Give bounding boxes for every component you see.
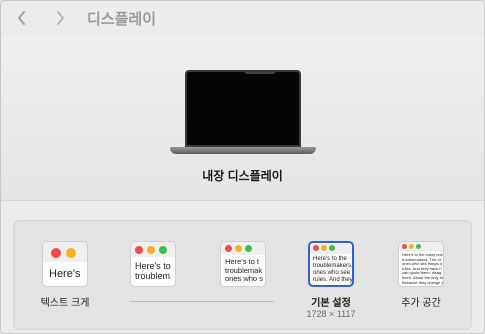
laptop-icon[interactable] bbox=[170, 70, 316, 160]
preview-text: Here's to the troublemakers. ones who se… bbox=[313, 256, 353, 283]
preview-text: Here's to troublem bbox=[135, 261, 171, 282]
option-label: 추가 공간 bbox=[401, 298, 441, 309]
display-settings-window: 디스플레이 내장 디스플레이 Here's 텍스트 크게 Here's to t… bbox=[0, 0, 485, 334]
toolbar: 디스플레이 bbox=[1, 1, 484, 35]
zoom-dot-icon bbox=[159, 246, 167, 254]
preview-text: Here's to t troublemak ones who s bbox=[225, 257, 263, 284]
back-button[interactable] bbox=[7, 3, 37, 33]
resolution-preview-thumbnail[interactable]: Here's to troublem bbox=[130, 241, 176, 287]
resolution-preview-thumbnail[interactable]: Here's to the troublemakers. ones who se… bbox=[308, 241, 354, 287]
chevron-left-icon bbox=[18, 11, 25, 25]
option-label: 기본 설정 bbox=[311, 298, 351, 309]
minimize-dot-icon bbox=[147, 246, 155, 254]
close-dot-icon bbox=[313, 245, 319, 251]
close-dot-icon bbox=[402, 244, 407, 249]
resolution-preview-thumbnail[interactable]: Here's to the crazy one troublemakers. T… bbox=[398, 241, 444, 287]
minimize-dot-icon bbox=[409, 244, 414, 249]
minimize-dot-icon bbox=[235, 245, 242, 252]
window-title-bar bbox=[43, 242, 87, 262]
zoom-dot-icon bbox=[329, 245, 335, 251]
resolution-options-panel: Here's 텍스트 크게 Here's to troublem Here's bbox=[13, 220, 472, 330]
close-dot-icon bbox=[135, 246, 143, 254]
preview-text: Here's bbox=[49, 268, 81, 280]
close-dot-icon bbox=[51, 248, 61, 258]
laptop-base bbox=[170, 147, 316, 154]
display-preview-area: 내장 디스플레이 bbox=[1, 35, 484, 201]
option-resolution: 1728 × 1117 bbox=[306, 309, 356, 319]
minimize-dot-icon bbox=[66, 248, 76, 258]
laptop-notch bbox=[245, 72, 275, 74]
preview-text: Here's to the crazy one troublemakers. T… bbox=[402, 252, 444, 285]
resolution-preview-thumbnail[interactable]: Here's to t troublemak ones who s bbox=[220, 241, 266, 287]
option-label: 텍스트 크게 bbox=[40, 298, 90, 309]
display-name: 내장 디스플레이 bbox=[202, 169, 283, 183]
forward-button[interactable] bbox=[45, 3, 75, 33]
minimize-dot-icon bbox=[321, 245, 327, 251]
close-dot-icon bbox=[225, 245, 232, 252]
zoom-dot-icon bbox=[245, 245, 252, 252]
zoom-dot-icon bbox=[416, 244, 421, 249]
laptop-screen bbox=[185, 70, 301, 147]
resolution-preview-thumbnail[interactable]: Here's bbox=[42, 241, 88, 287]
chevron-right-icon bbox=[57, 11, 64, 25]
page-title: 디스플레이 bbox=[87, 10, 157, 28]
slider-track-line bbox=[130, 301, 274, 302]
